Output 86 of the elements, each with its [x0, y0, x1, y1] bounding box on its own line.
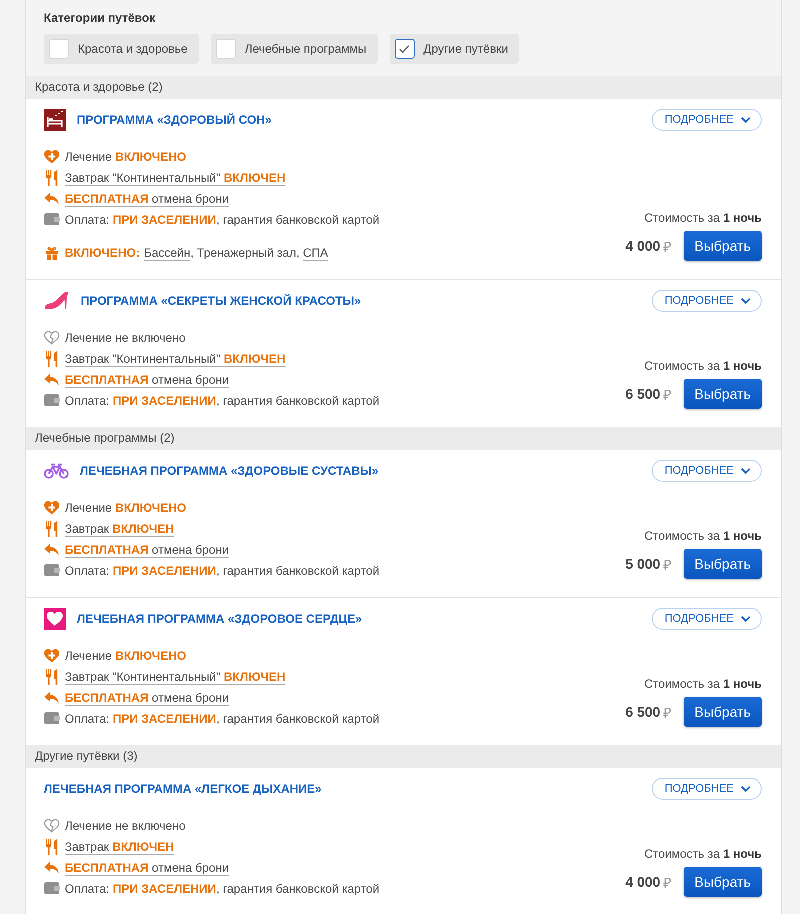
- price-amount: 6 500: [626, 704, 661, 720]
- category-filter[interactable]: Другие путёвки: [390, 34, 520, 64]
- currency-sign: ₽: [664, 238, 672, 256]
- amenity-link[interactable]: СПА: [303, 246, 328, 260]
- checkbox[interactable]: [394, 39, 415, 59]
- price-amount: 4 000: [626, 238, 661, 254]
- payment-text: Оплата: ПРИ ЗАСЕЛЕНИИ, гарантия банковской картой: [65, 394, 380, 408]
- chevron-down-icon: [741, 786, 751, 792]
- return-arrow-icon: [44, 372, 60, 386]
- cutlery-icon: [45, 838, 59, 854]
- breakfast-link[interactable]: Завтрак "Континентальный" ВКЛЮЧЕН: [65, 670, 286, 684]
- details-button[interactable]: ПОДРОБНЕЕ: [652, 608, 762, 630]
- price-amount: 5 000: [626, 556, 661, 572]
- select-button[interactable]: Выбрать: [684, 379, 762, 409]
- bed-icon: [44, 109, 66, 131]
- select-button[interactable]: Выбрать: [684, 697, 762, 727]
- treatment-text: Лечение ВКЛЮЧЕНО: [65, 150, 186, 164]
- chevron-down-icon: [741, 298, 751, 304]
- category-heading: Другие путёвки (3): [26, 745, 781, 768]
- return-arrow-icon: [44, 542, 60, 556]
- category-filter[interactable]: Лечебные программы: [210, 34, 378, 64]
- price-caption: Стоимость за 1 ночь: [644, 846, 762, 862]
- included-amenities-text: ВКЛЮЧЕНО: Бассейн, Тренажерный зал, СПА: [65, 246, 328, 260]
- breakfast-link[interactable]: Завтрак "Континентальный" ВКЛЮЧЕН: [65, 170, 286, 184]
- currency-sign: ₽: [664, 704, 672, 722]
- breakfast-link[interactable]: Завтрак ВКЛЮЧЕН: [65, 840, 174, 854]
- chevron-down-icon: [741, 616, 751, 622]
- details-button[interactable]: ПОДРОБНЕЕ: [652, 290, 762, 312]
- price-caption: Стоимость за 1 ночь: [644, 210, 762, 226]
- cutlery-icon: [45, 350, 59, 366]
- price-caption: Стоимость за 1 ночь: [644, 358, 762, 374]
- payment-text: Оплата: ПРИ ЗАСЕЛЕНИИ, гарантия банковской картой: [65, 712, 380, 726]
- program-title-link[interactable]: ЛЕЧЕБНАЯ ПРОГРАММА «ЗДОРОВОЕ СЕРДЦЕ»: [77, 612, 362, 626]
- gift-icon: [45, 246, 59, 260]
- select-button[interactable]: Выбрать: [684, 231, 762, 261]
- amenity-link[interactable]: Бассейн: [144, 246, 191, 260]
- category-filter[interactable]: Красота и здоровье: [44, 34, 199, 64]
- treatment-text: Лечение ВКЛЮЧЕНО: [65, 500, 186, 514]
- price-amount: 6 500: [626, 386, 661, 402]
- cancellation-link[interactable]: БЕСПЛАТНАЯ отмена брони: [65, 860, 230, 874]
- program-title-link[interactable]: ЛЕЧЕБНАЯ ПРОГРАММА «ЗДОРОВЫЕ СУСТАВЫ»: [80, 464, 379, 478]
- wallet-icon: [44, 882, 60, 895]
- currency-sign: ₽: [664, 386, 672, 404]
- program-title-link[interactable]: ПРОГРАММА «ЗДОРОВЫЙ СОН»: [77, 113, 272, 127]
- return-arrow-icon: [44, 690, 60, 704]
- cutlery-icon: [45, 170, 59, 186]
- price-caption: Стоимость за 1 ночь: [644, 528, 762, 544]
- breakfast-link[interactable]: Завтрак ВКЛЮЧЕН: [65, 522, 174, 536]
- cancellation-link[interactable]: БЕСПЛАТНАЯ отмена брони: [65, 542, 230, 556]
- treatment-text: Лечение ВКЛЮЧЕНО: [65, 648, 186, 662]
- payment-text: Оплата: ПРИ ЗАСЕЛЕНИИ, гарантия банковской картой: [65, 882, 380, 896]
- details-button[interactable]: ПОДРОБНЕЕ: [652, 109, 762, 131]
- return-arrow-icon: [44, 192, 60, 206]
- treatment-text: Лечение не включено: [65, 818, 186, 832]
- select-button[interactable]: Выбрать: [684, 549, 762, 579]
- cutlery-icon: [45, 520, 59, 536]
- cancellation-link[interactable]: БЕСПЛАТНАЯ отмена брони: [65, 372, 230, 386]
- program-title-link[interactable]: ЛЕЧЕБНАЯ ПРОГРАММА «ЛЕГКОЕ ДЫХАНИЕ»: [44, 782, 322, 796]
- chevron-down-icon: [741, 468, 751, 474]
- return-arrow-icon: [44, 860, 60, 874]
- category-heading: Лечебные программы (2): [26, 427, 781, 450]
- wallet-icon: [44, 564, 60, 577]
- price-caption: Стоимость за 1 ночь: [644, 676, 762, 692]
- chevron-down-icon: [741, 117, 751, 123]
- currency-sign: ₽: [664, 874, 672, 892]
- filter-title: Категории путёвок: [44, 10, 156, 26]
- details-button[interactable]: ПОДРОБНЕЕ: [652, 778, 762, 800]
- breakfast-link[interactable]: Завтрак "Континентальный" ВКЛЮЧЕН: [65, 352, 286, 366]
- bicycle-icon: [44, 463, 69, 479]
- payment-text: Оплата: ПРИ ЗАСЕЛЕНИИ, гарантия банковской картой: [65, 212, 380, 226]
- select-button[interactable]: Выбрать: [684, 867, 762, 897]
- high-heel-icon: [44, 291, 70, 311]
- program-title-link[interactable]: ПРОГРАММА «СЕКРЕТЫ ЖЕНСКОЙ КРАСОТЫ»: [81, 294, 362, 308]
- cancellation-link[interactable]: БЕСПЛАТНАЯ отмена брони: [65, 192, 230, 206]
- category-heading: Красота и здоровье (2): [26, 76, 781, 99]
- payment-text: Оплата: ПРИ ЗАСЕЛЕНИИ, гарантия банковской картой: [65, 564, 380, 578]
- treatment-text: Лечение не включено: [65, 330, 186, 344]
- cutlery-icon: [45, 668, 59, 684]
- wallet-icon: [44, 213, 60, 226]
- cancellation-link[interactable]: БЕСПЛАТНАЯ отмена брони: [65, 690, 230, 704]
- price-amount: 4 000: [626, 874, 661, 890]
- wallet-icon: [44, 394, 60, 407]
- details-button[interactable]: ПОДРОБНЕЕ: [652, 460, 762, 482]
- wallet-icon: [44, 712, 60, 725]
- currency-sign: ₽: [664, 556, 672, 574]
- check-icon: [399, 44, 410, 54]
